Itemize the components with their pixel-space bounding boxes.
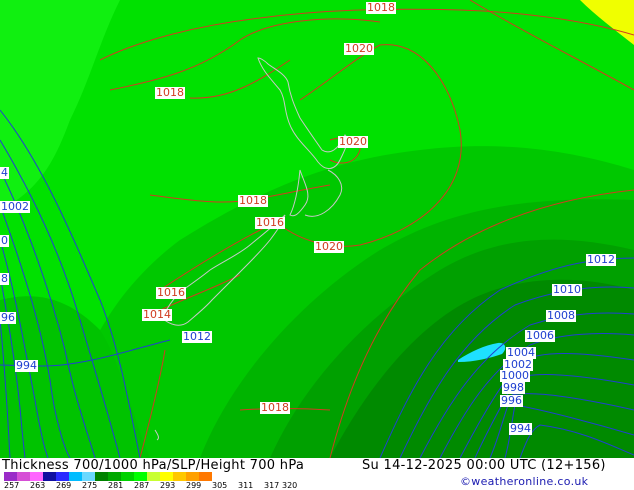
slp-label: 8: [0, 272, 9, 285]
copyright-link[interactable]: ©weatheronline.co.uk: [460, 475, 588, 488]
weather-map-view: 1018 1020 1018 1020 1018 1016 1020 1016 …: [0, 0, 634, 490]
color-scale-tick: 320: [282, 481, 298, 490]
color-swatch: [56, 472, 69, 481]
slp-label: 996: [500, 394, 523, 407]
slp-label: 0: [0, 234, 9, 247]
slp-label: 998: [502, 381, 525, 394]
color-scale-tick: 305: [212, 481, 228, 490]
slp-label: 1002: [0, 200, 30, 213]
color-scale-tick: 287: [134, 481, 150, 490]
slp-label: 994: [509, 422, 532, 435]
color-scale-tick: 299: [186, 481, 202, 490]
color-scale-tick: 257: [4, 481, 20, 490]
color-scale-tick: 311: [238, 481, 254, 490]
color-swatch: [160, 472, 173, 481]
slp-label: 1008: [546, 309, 576, 322]
color-swatch: [95, 472, 108, 481]
color-swatch: [43, 472, 56, 481]
color-scale: [4, 472, 212, 481]
slp-label: 1014: [142, 308, 172, 321]
color-scale-tick: 317: [264, 481, 280, 490]
slp-label: 994: [15, 359, 38, 372]
map-footer: Thickness 700/1000 hPa/SLP/Height 700 hP…: [0, 458, 634, 490]
slp-label: 1018: [366, 1, 396, 14]
color-swatch: [108, 472, 121, 481]
slp-label: 4: [0, 166, 9, 179]
color-scale-tick: 263: [30, 481, 46, 490]
color-swatch: [82, 472, 95, 481]
color-swatch: [30, 472, 43, 481]
map-title: Thickness 700/1000 hPa/SLP/Height 700 hP…: [2, 458, 305, 473]
slp-label: 1020: [338, 135, 368, 148]
thickness-map: [0, 0, 634, 458]
slp-label: 1006: [525, 329, 555, 342]
color-swatch: [134, 472, 147, 481]
color-scale-tick: 269: [56, 481, 72, 490]
color-swatch: [69, 472, 82, 481]
slp-label: 1016: [156, 286, 186, 299]
color-swatch: [4, 472, 17, 481]
color-swatch: [121, 472, 134, 481]
slp-label: 1018: [155, 86, 185, 99]
color-scale-tick: 275: [82, 481, 98, 490]
slp-label: 96: [0, 311, 16, 324]
valid-time: Su 14-12-2025 00:00 UTC (12+156): [362, 458, 606, 473]
slp-label: 1012: [586, 253, 616, 266]
slp-label: 1018: [260, 401, 290, 414]
color-swatch: [173, 472, 186, 481]
color-scale-tick: 281: [108, 481, 124, 490]
slp-label: 1010: [552, 283, 582, 296]
color-swatch: [199, 472, 212, 481]
slp-label: 1018: [238, 194, 268, 207]
color-scale-tick: 293: [160, 481, 176, 490]
slp-label: 1012: [182, 330, 212, 343]
color-swatch: [186, 472, 199, 481]
slp-label: 1016: [255, 216, 285, 229]
slp-label: 1020: [344, 42, 374, 55]
color-swatch: [147, 472, 160, 481]
slp-label: 1020: [314, 240, 344, 253]
color-swatch: [17, 472, 30, 481]
